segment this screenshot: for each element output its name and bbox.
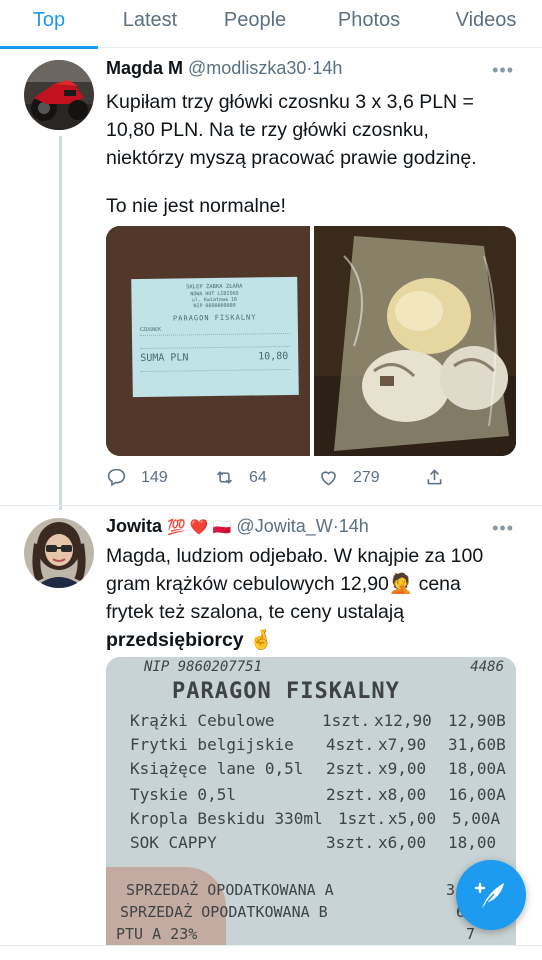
avatar[interactable]: [24, 518, 94, 588]
receipt-footer-line: SPRZEDAŻ OPODATKOWANA B: [120, 903, 328, 921]
receipt-nip: NIP 9860207751: [144, 659, 263, 675]
receipt-item: SOK CAPPY 3szt. x6,00 18,00: [130, 833, 516, 853]
compose-tweet-button[interactable]: [456, 860, 526, 930]
tweet-time[interactable]: 14h: [339, 516, 369, 536]
receipt-shop-line: NIP 0000000000: [193, 302, 236, 310]
receipt-item-qty: 3szt.: [326, 833, 375, 852]
receipt-item: Tyskie 0,5l 2szt. x8,00 16,00A: [130, 785, 516, 805]
reply-count: 149: [141, 468, 168, 486]
avatar-woman-image: [24, 518, 94, 588]
receipt-item-name: Książęce lane 0,5l: [130, 759, 304, 778]
tweet-actions: 149 64 279: [106, 467, 506, 493]
receipt-paper: SKLEP ŻABKA ZŁARA NOWA HUT LIBISKO ul. K…: [131, 277, 299, 397]
retweet-count: 64: [249, 468, 267, 486]
tweet-photo-receipt[interactable]: SKLEP ŻABKA ZŁARA NOWA HUT LIBISKO ul. K…: [106, 226, 310, 456]
more-options-icon[interactable]: •••: [492, 60, 514, 81]
receipt-title: PARAGON FISKALNY: [172, 313, 257, 323]
tweet-text-line: gram krążków cebulowych 12,90🤦 cena: [106, 573, 461, 595]
receipt-item: CZOSNEK: [139, 326, 162, 334]
receipt-item-price: x9,00: [378, 759, 427, 778]
receipt-item-total: 18,00: [448, 833, 497, 852]
retweet-button[interactable]: 64: [214, 467, 267, 488]
receipt-item-qty: 2szt.: [326, 785, 375, 804]
heart-icon: [321, 471, 336, 486]
retweet-icon: [216, 471, 233, 484]
author-name-emoji: 💯 ❤️ 🇵🇱: [167, 519, 232, 536]
receipt-footer-value: 3: [446, 881, 456, 899]
more-options-icon[interactable]: •••: [492, 518, 514, 539]
receipt-item-price: x12,90: [374, 711, 432, 730]
author-name[interactable]: Magda M: [106, 58, 183, 78]
receipt-item: Frytki belgijskie 4szt. x7,90 31,60B: [130, 735, 516, 755]
tweet-text: Kupiłam trzy główki czosnku 3 x 3,6 PLN …: [106, 88, 526, 220]
receipt-footer: [140, 368, 291, 392]
receipt-item-price: x8,00: [378, 785, 427, 804]
tweet-text: Magda, ludziom odjebało. W knajpie za 10…: [106, 542, 526, 654]
author-handle[interactable]: @modliszka30: [188, 58, 306, 78]
feather-plus-icon: [474, 882, 504, 908]
tweet-text-line: Magda, ludziom odjebało. W knajpie za 10…: [106, 545, 484, 567]
reply-button[interactable]: 149: [106, 467, 168, 488]
receipt-footer-line: SPRZEDAŻ OPODATKOWANA A: [126, 881, 334, 899]
tweet-header: Magda M @modliszka30·14h: [106, 58, 342, 79]
receipt-item-qty: 2szt.: [326, 759, 375, 778]
receipt-item-total: 16,00A: [448, 785, 506, 804]
author-handle[interactable]: @Jowita_W: [236, 516, 332, 536]
receipt-total-value: 10,80: [258, 350, 289, 363]
receipt-item: Kropla Beskidu 330ml 1szt. x5,00 5,00A: [130, 809, 516, 829]
receipt-item-price: x6,00: [378, 833, 427, 852]
receipt-item-name: Kropla Beskidu 330ml: [130, 809, 323, 828]
receipt-item-total: 31,60B: [448, 735, 506, 754]
receipt-item-name: Frytki belgijskie: [130, 735, 294, 754]
share-button[interactable]: [424, 467, 445, 488]
tweet-text-line: niektórzy myszą pracować prawie godzinę.: [106, 147, 477, 169]
receipt-item-qty: 1szt.: [338, 809, 387, 828]
receipt-title: PARAGON FISKALNY: [172, 679, 400, 704]
receipt-lines: [139, 332, 291, 350]
thread-line: [59, 136, 62, 510]
tweet-time[interactable]: 14h: [312, 58, 342, 78]
receipt-item-total: 18,00A: [448, 759, 506, 778]
receipt-item-name: SOK CAPPY: [130, 833, 217, 852]
tweet-text-line: 10,80 PLN. Na te rzy główki czosnku,: [106, 119, 429, 141]
receipt-item-total: 5,00A: [452, 809, 501, 828]
tweet-header: Jowita 💯 ❤️ 🇵🇱 @Jowita_W·14h: [106, 516, 369, 537]
divider: [0, 945, 542, 946]
receipt-item-name: Tyskie 0,5l: [130, 785, 236, 804]
receipt-footer-line: PTU A 23%: [116, 925, 198, 943]
receipt-nip-right: 4486: [470, 659, 504, 675]
receipt-item: Krążki Cebulowe 1szt. x12,90 12,90B: [130, 711, 516, 731]
share-icon: [427, 469, 442, 485]
tweet-magda[interactable]: Magda M @modliszka30·14h ••• Kupiłam trz…: [0, 0, 542, 510]
like-button[interactable]: 279: [318, 467, 380, 488]
receipt-item-name: Krążki Cebulowe: [130, 711, 275, 730]
receipt-item: Książęce lane 0,5l 2szt. x9,00 18,00A: [130, 759, 516, 779]
author-name[interactable]: Jowita: [106, 516, 162, 536]
tweet-text-line: Kupiłam trzy główki czosnku 3 x 3,6 PLN …: [106, 91, 474, 113]
receipt-item-qty: 1szt.: [322, 711, 371, 730]
tweet-photo-garlic[interactable]: [314, 226, 516, 456]
tweet-text-line: frytek też szalona, te ceny ustalają: [106, 601, 405, 623]
tweet-photo-receipt-large[interactable]: NIP 9860207751 4486 PARAGON FISKALNY Krą…: [106, 657, 516, 946]
avatar-motorcycle-image: [24, 60, 94, 130]
garlic-photo-image: [314, 226, 516, 456]
receipt-paper: NIP 9860207751 4486 PARAGON FISKALNY Krą…: [106, 657, 516, 946]
receipt-item-price: x5,00: [388, 809, 437, 828]
receipt-item-total: 12,90B: [448, 711, 506, 730]
receipt-item-qty: 4szt.: [326, 735, 375, 754]
receipt-item-price: x7,90: [378, 735, 427, 754]
speech-bubble-icon: [107, 468, 126, 487]
receipt-total-label: SUMA PLN: [140, 352, 189, 365]
avatar[interactable]: [24, 60, 94, 130]
like-count: 279: [353, 468, 380, 486]
tweet-text-line: przedsiębiorcy 🤞: [106, 629, 274, 651]
tweet-text-line: To nie jest normalne!: [106, 195, 286, 217]
receipt-footer-value: 7: [466, 925, 476, 943]
